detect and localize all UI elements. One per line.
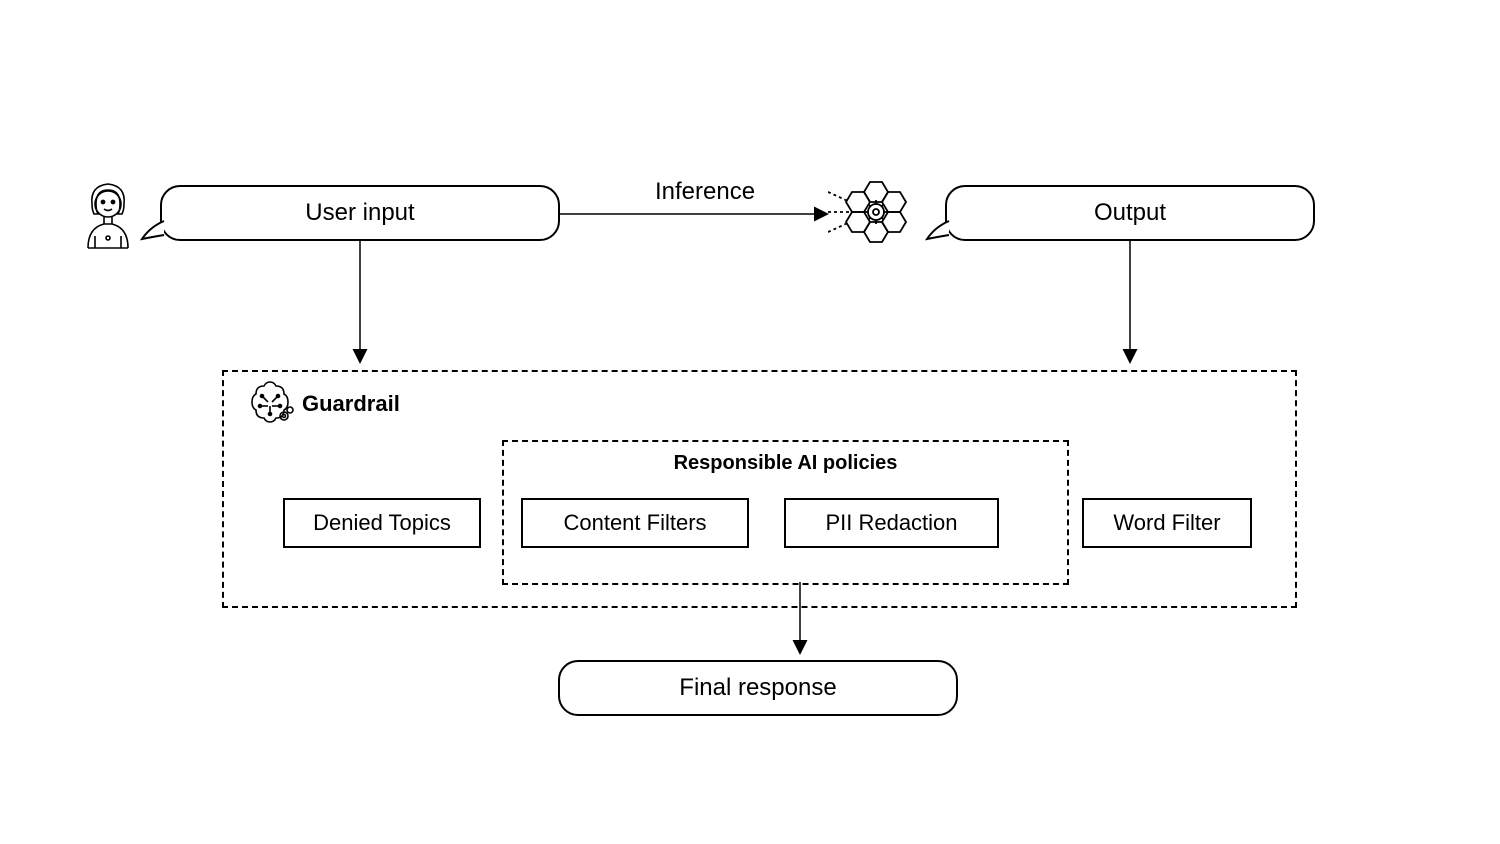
guardrail-title: Guardrail xyxy=(302,391,400,417)
user-input-bubble: User input xyxy=(160,185,560,241)
arrow-input-to-guardrail xyxy=(350,241,370,371)
final-response-label: Final response xyxy=(679,674,836,702)
arrow-guardrail-to-final xyxy=(790,582,810,662)
policies-title: Responsible AI policies xyxy=(674,452,898,475)
final-response-box: Final response xyxy=(558,660,958,716)
content-filters-label: Content Filters xyxy=(563,510,706,536)
output-label: Output xyxy=(1094,199,1166,227)
user-icon xyxy=(78,178,138,256)
ai-model-icon xyxy=(828,172,918,252)
guardrail-header: Guardrail xyxy=(246,380,400,428)
content-filters-box: Content Filters xyxy=(521,498,749,548)
architecture-diagram: User input Inference xyxy=(0,0,1500,844)
pii-redaction-label: PII Redaction xyxy=(825,510,957,536)
user-input-label: User input xyxy=(305,199,414,227)
pii-redaction-box: PII Redaction xyxy=(784,498,999,548)
output-bubble: Output xyxy=(945,185,1315,241)
inference-label: Inference xyxy=(655,178,755,206)
guardrail-icon xyxy=(246,380,294,428)
arrow-output-to-guardrail xyxy=(1120,241,1140,371)
word-filter-label: Word Filter xyxy=(1113,510,1220,536)
denied-topics-box: Denied Topics xyxy=(283,498,481,548)
guardrail-container: Guardrail Responsible AI policies Denied… xyxy=(222,370,1297,608)
word-filter-box: Word Filter xyxy=(1082,498,1252,548)
arrow-inference xyxy=(560,206,836,226)
denied-topics-label: Denied Topics xyxy=(313,510,451,536)
